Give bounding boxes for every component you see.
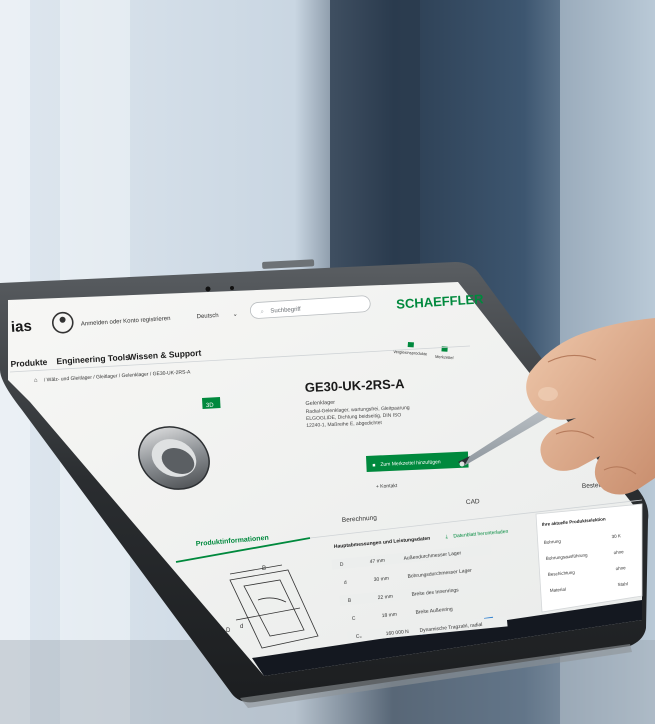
svg-text:D: D [226,628,231,634]
svg-text:d: d [240,624,243,630]
contact-link[interactable]: + Kontakt [376,483,398,490]
spec-symbol: C₀ [356,633,362,640]
selection-value: Stahl [617,581,628,587]
selection-value: 30 K [611,533,621,539]
selection-value: ohne [613,549,624,555]
product-subtitle: Gelenklager [305,400,335,407]
brand-fragment: ias [10,318,32,336]
selection-value: ohne [615,565,626,571]
3d-badge: 3D [206,403,215,409]
product-selection-panel: Ihre aktuelle Produktselektion Bohrung 3… [535,503,643,613]
tab-cad[interactable]: CAD [466,498,480,506]
compare-icon[interactable] [407,342,414,348]
photo-scene: ias Anmelden oder Konto registrieren Deu… [0,0,655,724]
search-icon: ⌕ [260,309,264,315]
bookmark-icon: ■ [372,463,375,469]
chevron-down-icon: ⌄ [232,312,237,318]
svg-text:B: B [262,566,266,572]
